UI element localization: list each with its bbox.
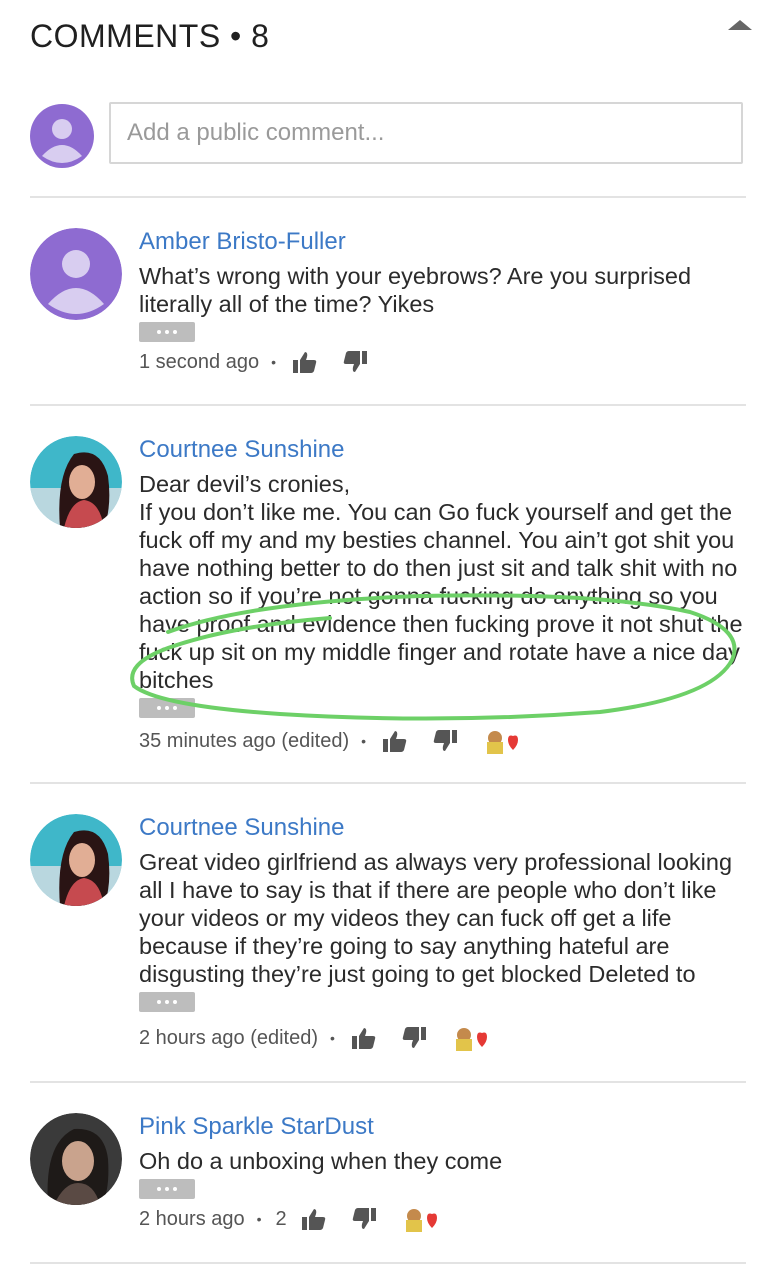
- comment-actions: 2 hours ago (edited) •: [139, 1023, 491, 1053]
- comment-actions: 1 second ago •: [139, 347, 390, 377]
- comment-actions: 2 hours ago • 2: [139, 1204, 441, 1234]
- divider: [30, 404, 746, 406]
- more-options-button[interactable]: [139, 992, 195, 1012]
- thumb-down-icon[interactable]: [349, 1207, 379, 1231]
- comment-timestamp: 2 hours ago: [139, 1207, 245, 1230]
- separator-dot: •: [256, 1211, 262, 1227]
- comment-item: Courtnee Sunshine Dear devil’s cronies, …: [30, 436, 746, 756]
- separator-dot: •: [330, 1030, 335, 1046]
- divider: [30, 1081, 746, 1083]
- comment-actions: 35 minutes ago (edited) •: [139, 726, 522, 756]
- comments-count-title: COMMENTS • 8: [30, 18, 270, 54]
- separator-dot: •: [271, 354, 277, 370]
- comment-compose: [30, 102, 746, 168]
- more-options-button[interactable]: [139, 322, 195, 342]
- author-avatar[interactable]: [30, 436, 122, 528]
- thumb-up-icon[interactable]: [380, 729, 410, 753]
- comment-timestamp: 1 second ago: [139, 350, 260, 373]
- divider: [30, 1262, 746, 1264]
- comment-text: What’s wrong with your eyebrows? Are you…: [139, 263, 698, 317]
- creator-heart-icon: [403, 1206, 441, 1232]
- comment-item: Pink Sparkle StarDust Oh do a unboxing w…: [30, 1113, 746, 1243]
- author-avatar[interactable]: [30, 814, 122, 906]
- thumb-down-icon[interactable]: [430, 729, 460, 753]
- creator-heart-icon: [453, 1025, 491, 1051]
- comment-text: Great video girlfriend as always very pr…: [139, 849, 739, 987]
- comment-text: Dear devil’s cronies, If you don’t like …: [139, 471, 743, 693]
- comment-timestamp: 2 hours ago (edited): [139, 1026, 319, 1049]
- thumb-down-icon[interactable]: [340, 350, 370, 374]
- comment-author[interactable]: Courtnee Sunshine: [139, 436, 749, 464]
- thumb-up-icon[interactable]: [349, 1026, 379, 1050]
- comment-author[interactable]: Courtnee Sunshine: [139, 814, 749, 842]
- comments-header: COMMENTS • 8: [30, 14, 752, 60]
- separator-dot: •: [361, 733, 367, 749]
- comment-item: Courtnee Sunshine Great video girlfriend…: [30, 814, 746, 1054]
- public-comment-input[interactable]: [109, 102, 743, 164]
- comment-author[interactable]: Pink Sparkle StarDust: [139, 1113, 749, 1141]
- comment-author[interactable]: Amber Bristo-Fuller: [139, 228, 749, 256]
- author-avatar[interactable]: [30, 1113, 122, 1205]
- author-avatar[interactable]: [30, 228, 122, 320]
- comment-item: Amber Bristo-Fuller What’s wrong with yo…: [30, 228, 746, 378]
- divider: [30, 196, 746, 198]
- creator-heart-icon: [484, 728, 522, 754]
- like-count: 2: [275, 1207, 287, 1230]
- thumb-down-icon[interactable]: [399, 1026, 429, 1050]
- thumb-up-icon[interactable]: [299, 1207, 329, 1231]
- more-options-button[interactable]: [139, 1179, 195, 1199]
- more-options-button[interactable]: [139, 698, 195, 718]
- thumb-up-icon[interactable]: [290, 350, 320, 374]
- comment-timestamp: 35 minutes ago (edited): [139, 729, 350, 752]
- collapse-arrow-icon[interactable]: [728, 20, 752, 30]
- divider: [30, 782, 746, 784]
- comment-text: Oh do a unboxing when they come: [139, 1148, 503, 1174]
- user-avatar[interactable]: [30, 104, 94, 168]
